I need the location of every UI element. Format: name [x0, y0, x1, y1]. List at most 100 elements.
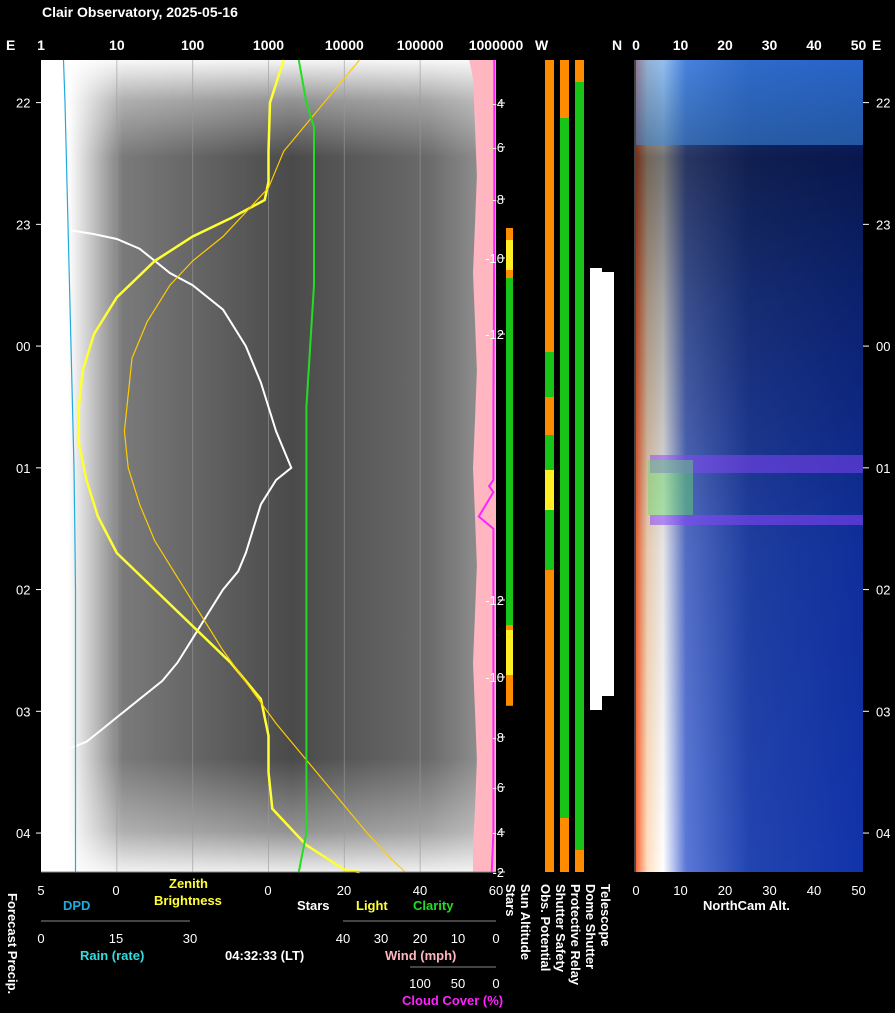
rain-tick: 0	[37, 931, 44, 946]
cam-hour-tick-label: 00	[876, 339, 890, 354]
northcam-bottom-ticks: 0 10 20 30 40 50	[632, 883, 865, 898]
timestamp: 04:32:33 (LT)	[225, 948, 304, 963]
status-label-w: W	[535, 37, 549, 53]
hour-tick-label: 04	[16, 826, 30, 841]
zenith-tick: 0	[264, 883, 271, 898]
observatory-chart: Clair Observatory, 2025-05-16 E 1 10 100 10…	[5, 4, 890, 1008]
wind-tick: 20	[413, 931, 427, 946]
rain-tick: 30	[183, 931, 197, 946]
cloud-tick: 0	[492, 976, 499, 991]
hour-tick-label: 22	[16, 96, 30, 111]
telescope-track	[590, 268, 602, 710]
cam-bottom-tick: 20	[718, 883, 732, 898]
northcam-edge-label: E	[872, 37, 881, 53]
light-legend-label: Light	[356, 898, 388, 913]
top-tick-label: 10000	[325, 37, 364, 53]
hour-tick-label: 00	[16, 339, 30, 354]
vertical-relay-label: Protective Relay	[568, 884, 583, 986]
zenith-tick: 40	[413, 883, 427, 898]
vertical-sun-label: Sun Altitude	[518, 884, 533, 960]
cam-top-tick: 20	[717, 37, 733, 53]
cam-bottom-tick: 50	[851, 883, 865, 898]
rain-label: Rain (rate)	[80, 948, 144, 963]
vertical-stars-label: Stars	[503, 884, 518, 917]
cloud-tick: 50	[451, 976, 465, 991]
wind-label: Wind (mph)	[385, 948, 456, 963]
cam-hour-tick-label: 23	[876, 217, 890, 232]
wind-tick: 30	[374, 931, 388, 946]
cam-top-tick: 40	[806, 37, 822, 53]
zenith-label-2: Brightness	[154, 893, 222, 908]
wind-tick: 10	[451, 931, 465, 946]
cam-top-tick: 50	[851, 37, 867, 53]
cloud-tick: 100	[409, 976, 431, 991]
northcam-top-band	[636, 60, 863, 145]
zenith-tick: 20	[337, 883, 351, 898]
top-axis-ticks: 1 10 100 1000 10000 100000 1000000	[37, 37, 523, 53]
status-label-n: N	[612, 37, 622, 53]
cam-hour-tick-label: 02	[876, 583, 890, 598]
shutter-safety-green	[560, 118, 569, 818]
hour-tick-label: 01	[16, 461, 30, 476]
clarity-legend-label: Clarity	[413, 898, 454, 913]
top-tick-label: 10	[109, 37, 125, 53]
cam-hour-tick-label: 01	[876, 461, 890, 476]
northcam-panel: 0 10 20 30 40 50 E 22 23 00 01 02 03 04 0 10 20 30 40 50…	[632, 37, 890, 913]
northcam-green	[648, 460, 693, 515]
cam-top-tick: 0	[632, 37, 640, 53]
dpd-label: DPD	[63, 898, 90, 913]
wind-tick: 0	[492, 931, 499, 946]
obs-potential-green-1	[545, 352, 554, 397]
bottom-legend: 5 0 0 20 40 60 DPD Zenith Brightness Stars Li…	[5, 871, 613, 1008]
sky-panel	[41, 59, 496, 874]
vertical-dome-label: Dome Shutter	[583, 884, 598, 969]
top-tick-label: 1000	[253, 37, 284, 53]
rain-ticks: 0 15 30	[37, 931, 197, 946]
cam-top-tick: 30	[762, 37, 778, 53]
cam-top-tick: 10	[673, 37, 689, 53]
protective-relay-orange-top	[575, 60, 584, 82]
dpd-tick: 5	[37, 883, 44, 898]
protective-relay-orange-bottom	[575, 850, 584, 872]
dpd-tick: 0	[112, 883, 119, 898]
obs-potential-yellow-1	[545, 470, 554, 510]
cam-bottom-tick: 10	[673, 883, 687, 898]
protective-relay-bar	[575, 60, 584, 872]
cloud-ticks: 100 50 0	[409, 976, 499, 991]
cloud-label: Cloud Cover (%)	[402, 993, 503, 1008]
forecast-precip-label: Forecast Precip.	[5, 893, 20, 994]
rain-tick: 15	[109, 931, 123, 946]
wind-tick: 40	[336, 931, 350, 946]
stars-legend-label: Stars	[297, 898, 330, 913]
wind-ticks: 40 30 20 10 0	[336, 931, 500, 946]
zenith-tick: 60	[489, 883, 503, 898]
vertical-shutter-label: Shutter Safety	[553, 884, 568, 973]
status-panel: W N	[535, 37, 622, 872]
northcam-aurora-2	[650, 515, 863, 525]
vertical-telescope-label: Telescope	[598, 884, 613, 947]
hour-tick-label: 23	[16, 217, 30, 232]
sun-altitude-band-bottom-yellow	[506, 630, 513, 675]
northcam-top-ticks: 0 10 20 30 40 50	[632, 37, 866, 53]
top-tick-label: 1	[37, 37, 45, 53]
cam-bottom-tick: 40	[807, 883, 821, 898]
top-tick-label: 1000000	[469, 37, 524, 53]
top-tick-label: 100000	[397, 37, 444, 53]
cam-bottom-tick: 0	[632, 883, 639, 898]
northcam-title: NorthCam Alt.	[703, 898, 790, 913]
cam-hour-tick-label: 04	[876, 826, 890, 841]
cam-bottom-tick: 30	[762, 883, 776, 898]
bottom-axis-dpd-zenith: 5 0 0 20 40 60	[37, 883, 503, 898]
zenith-label-1: Zenith	[169, 876, 208, 891]
left-hour-ticks: 22 23 00 01 02 03 04	[16, 96, 41, 841]
cam-hour-tick-label: 22	[876, 96, 890, 111]
top-tick-label: 100	[181, 37, 205, 53]
northcam-hour-ticks: 22 23 00 01 02 03 04	[863, 96, 890, 841]
vertical-obs-label: Obs. Potential	[538, 884, 553, 971]
edge-label-e: E	[6, 37, 15, 53]
page-title: Clair Observatory, 2025-05-16	[42, 4, 238, 20]
hour-tick-label: 03	[16, 704, 30, 719]
hour-tick-label: 02	[16, 583, 30, 598]
telescope-track-2	[602, 272, 614, 696]
sun-altitude-band-top-yellow	[506, 240, 513, 270]
